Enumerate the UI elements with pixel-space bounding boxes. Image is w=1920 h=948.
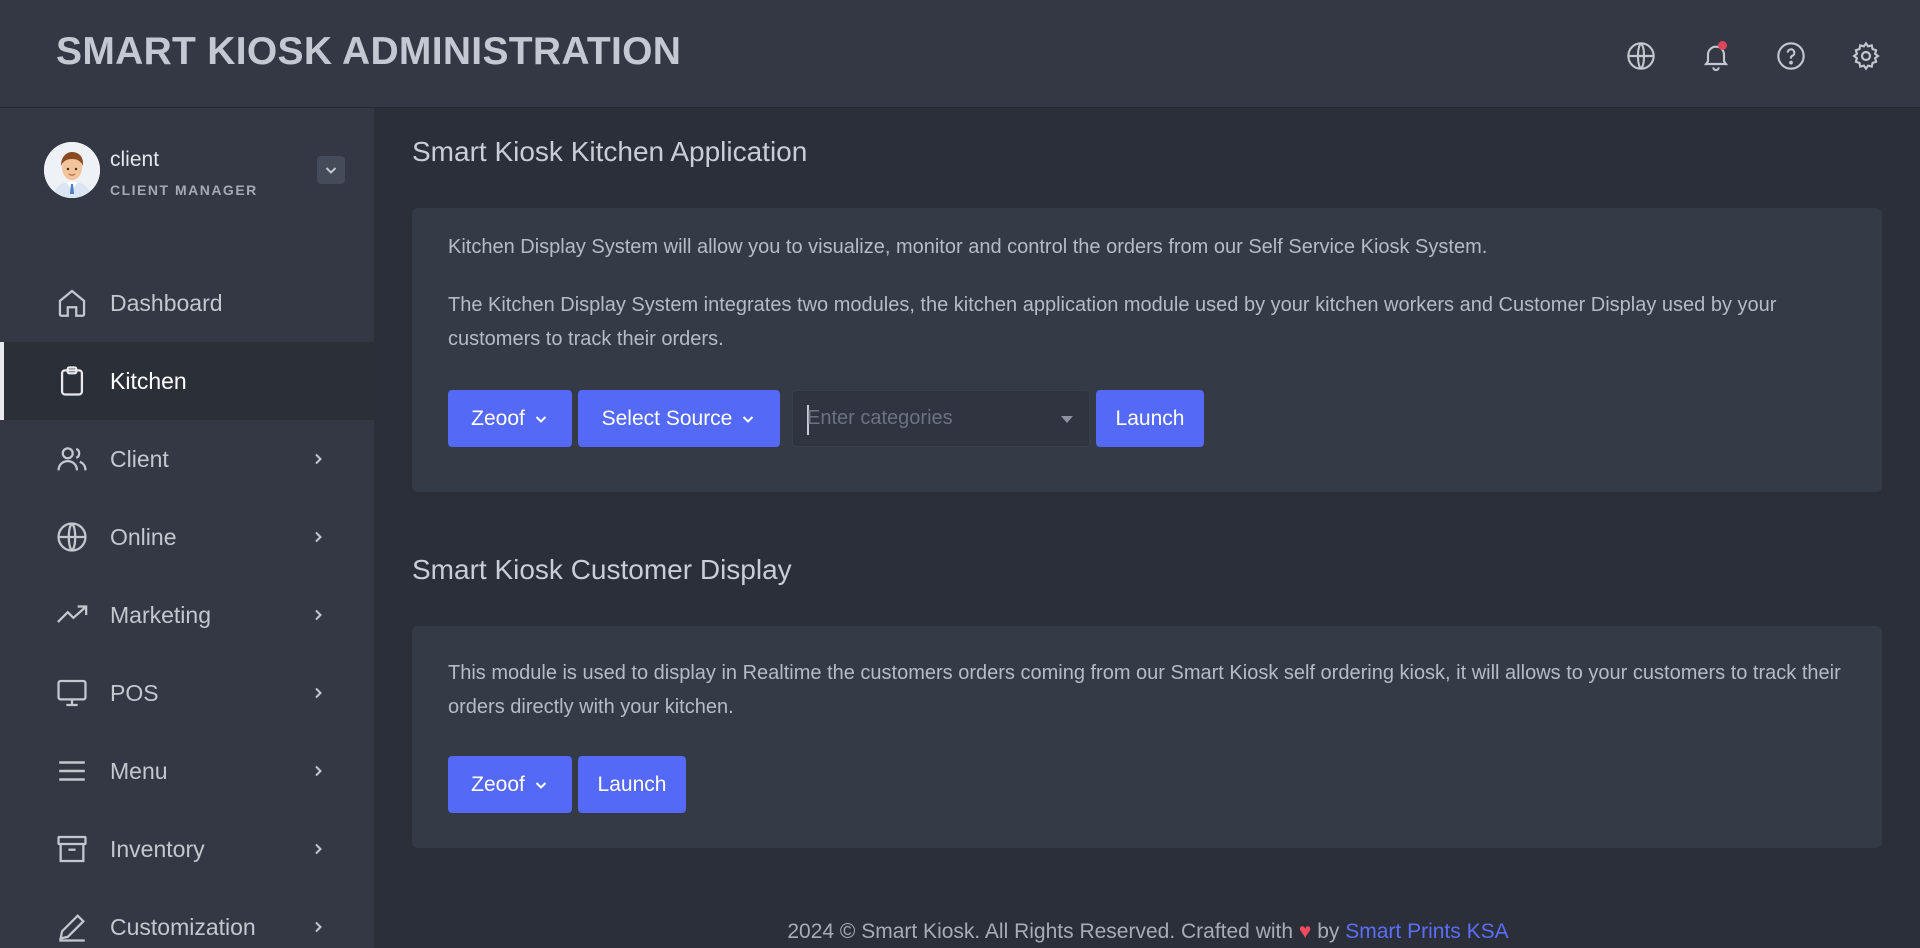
sidebar-item-customization[interactable]: Customization bbox=[0, 888, 375, 948]
footer-copyright: 2024 © Smart Kiosk. All Rights Reserved.… bbox=[787, 920, 1294, 943]
app-title: SMART KIOSK ADMINISTRATION bbox=[56, 30, 682, 73]
bell-icon[interactable] bbox=[1698, 38, 1734, 74]
user-profile: client CLIENT MANAGER bbox=[44, 142, 345, 202]
launch-label: Launch bbox=[597, 772, 667, 796]
customer-display-section-title: Smart Kiosk Customer Display bbox=[412, 554, 792, 585]
sidebar-item-inventory[interactable]: Inventory bbox=[0, 810, 375, 888]
chevron-down-icon bbox=[535, 415, 547, 423]
sidebar-item-label: Menu bbox=[110, 757, 168, 784]
home-icon bbox=[53, 284, 91, 322]
categories-select[interactable] bbox=[792, 390, 1090, 447]
help-icon[interactable] bbox=[1773, 38, 1809, 74]
store-select-label: Zeoof bbox=[471, 406, 525, 430]
sidebar-item-label: Marketing bbox=[110, 601, 211, 628]
menu-lines-icon bbox=[53, 752, 91, 790]
store-select-button[interactable]: Zeoof bbox=[448, 756, 572, 813]
sidebar-item-pos[interactable]: POS bbox=[0, 654, 375, 732]
kitchen-launch-button[interactable]: Launch bbox=[1096, 390, 1204, 447]
chevron-right-icon bbox=[310, 762, 328, 780]
sidebar-item-online[interactable]: Online bbox=[0, 498, 375, 576]
user-menu-toggle[interactable] bbox=[317, 156, 345, 184]
kitchen-card: Kitchen Display System will allow you to… bbox=[412, 208, 1882, 492]
users-icon bbox=[53, 440, 91, 478]
sidebar-item-client[interactable]: Client bbox=[0, 420, 375, 498]
sidebar-item-menu[interactable]: Menu bbox=[0, 732, 375, 810]
launch-label: Launch bbox=[1115, 406, 1185, 430]
pen-icon bbox=[53, 908, 91, 946]
user-role: CLIENT MANAGER bbox=[110, 182, 258, 198]
user-name: client bbox=[110, 148, 160, 171]
notification-badge bbox=[1718, 41, 1727, 50]
kitchen-modules-description: The Kitchen Display System integrates tw… bbox=[448, 294, 1777, 350]
chevron-down-icon bbox=[325, 167, 337, 174]
sidebar-item-label: POS bbox=[110, 679, 159, 706]
chevron-right-icon bbox=[310, 528, 328, 546]
footer: 2024 © Smart Kiosk. All Rights Reserved.… bbox=[376, 920, 1920, 944]
top-bar: SMART KIOSK ADMINISTRATION bbox=[0, 0, 1920, 108]
chevron-right-icon bbox=[310, 918, 328, 936]
chevron-right-icon bbox=[310, 684, 328, 702]
top-toolbar bbox=[1623, 38, 1884, 74]
chevron-right-icon bbox=[310, 450, 328, 468]
sidebar-item-label: Online bbox=[110, 523, 177, 550]
source-select-label: Select Source bbox=[601, 406, 733, 430]
sidebar-item-label: Kitchen bbox=[110, 367, 187, 394]
trending-up-icon bbox=[53, 596, 91, 634]
gear-icon[interactable] bbox=[1848, 38, 1884, 74]
sidebar-item-dashboard[interactable]: Dashboard bbox=[0, 264, 375, 342]
globe-icon[interactable] bbox=[1623, 38, 1659, 74]
globe-icon bbox=[53, 518, 91, 556]
source-select-button[interactable]: Select Source bbox=[578, 390, 780, 447]
monitor-icon bbox=[53, 674, 91, 712]
clipboard-icon bbox=[53, 362, 91, 400]
chevron-right-icon bbox=[310, 840, 328, 858]
avatar[interactable] bbox=[44, 142, 100, 198]
sidebar-item-label: Client bbox=[110, 445, 169, 472]
sidebar: client CLIENT MANAGER Dashboard Kitchen … bbox=[0, 108, 375, 948]
customer-display-card: This module is used to display in Realti… bbox=[412, 626, 1882, 848]
customer-display-launch-button[interactable]: Launch bbox=[578, 756, 686, 813]
chevron-down-icon bbox=[535, 781, 547, 789]
main-content: Smart Kiosk Kitchen Application Kitchen … bbox=[376, 108, 1920, 948]
kitchen-description: Kitchen Display System will allow you to… bbox=[448, 236, 1488, 258]
customer-display-description: This module is used to display in Realti… bbox=[448, 662, 1841, 718]
sidebar-nav: Dashboard Kitchen Client Online Marketin… bbox=[0, 264, 375, 948]
store-select-label: Zeoof bbox=[471, 772, 525, 796]
kitchen-section-title: Smart Kiosk Kitchen Application bbox=[412, 136, 808, 167]
categories-input[interactable] bbox=[807, 401, 1037, 435]
chevron-down-icon bbox=[743, 415, 754, 423]
sidebar-item-marketing[interactable]: Marketing bbox=[0, 576, 375, 654]
caret-down-icon[interactable] bbox=[1061, 416, 1073, 423]
sidebar-item-kitchen[interactable]: Kitchen bbox=[0, 342, 375, 420]
sidebar-item-label: Inventory bbox=[110, 835, 205, 862]
footer-link[interactable]: Smart Prints KSA bbox=[1345, 920, 1508, 943]
footer-by: by bbox=[1317, 920, 1340, 943]
chevron-right-icon bbox=[310, 606, 328, 624]
sidebar-item-label: Dashboard bbox=[110, 289, 223, 316]
store-select-button[interactable]: Zeoof bbox=[448, 390, 572, 447]
archive-box-icon bbox=[53, 830, 91, 868]
heart-icon: ♥ bbox=[1298, 920, 1312, 943]
sidebar-item-label: Customization bbox=[110, 913, 256, 940]
